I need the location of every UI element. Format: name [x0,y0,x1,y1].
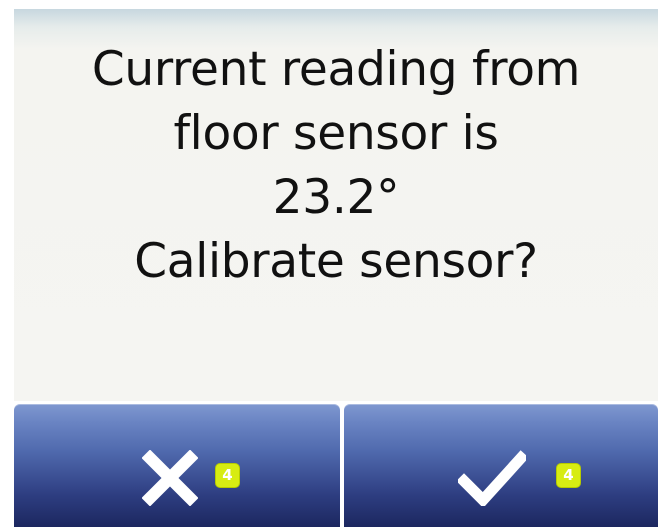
cancel-badge: 4 [215,463,240,488]
thermostat-screen: Current reading from floor sensor is 23.… [0,0,658,527]
sensor-reading: 23.2° [272,170,400,225]
calibrate-question: Calibrate sensor? [134,234,538,289]
message-line-1: Current reading from [91,42,581,97]
close-icon [142,450,198,506]
calibration-message: Current reading from floor sensor is 23.… [14,38,658,294]
checkmark-icon [458,450,526,506]
message-line-2: floor sensor is [173,106,499,161]
cancel-button[interactable]: 4 [14,404,340,527]
confirm-button[interactable]: 4 [344,404,658,527]
message-panel: Current reading from floor sensor is 23.… [14,9,658,401]
confirm-badge: 4 [556,463,581,488]
